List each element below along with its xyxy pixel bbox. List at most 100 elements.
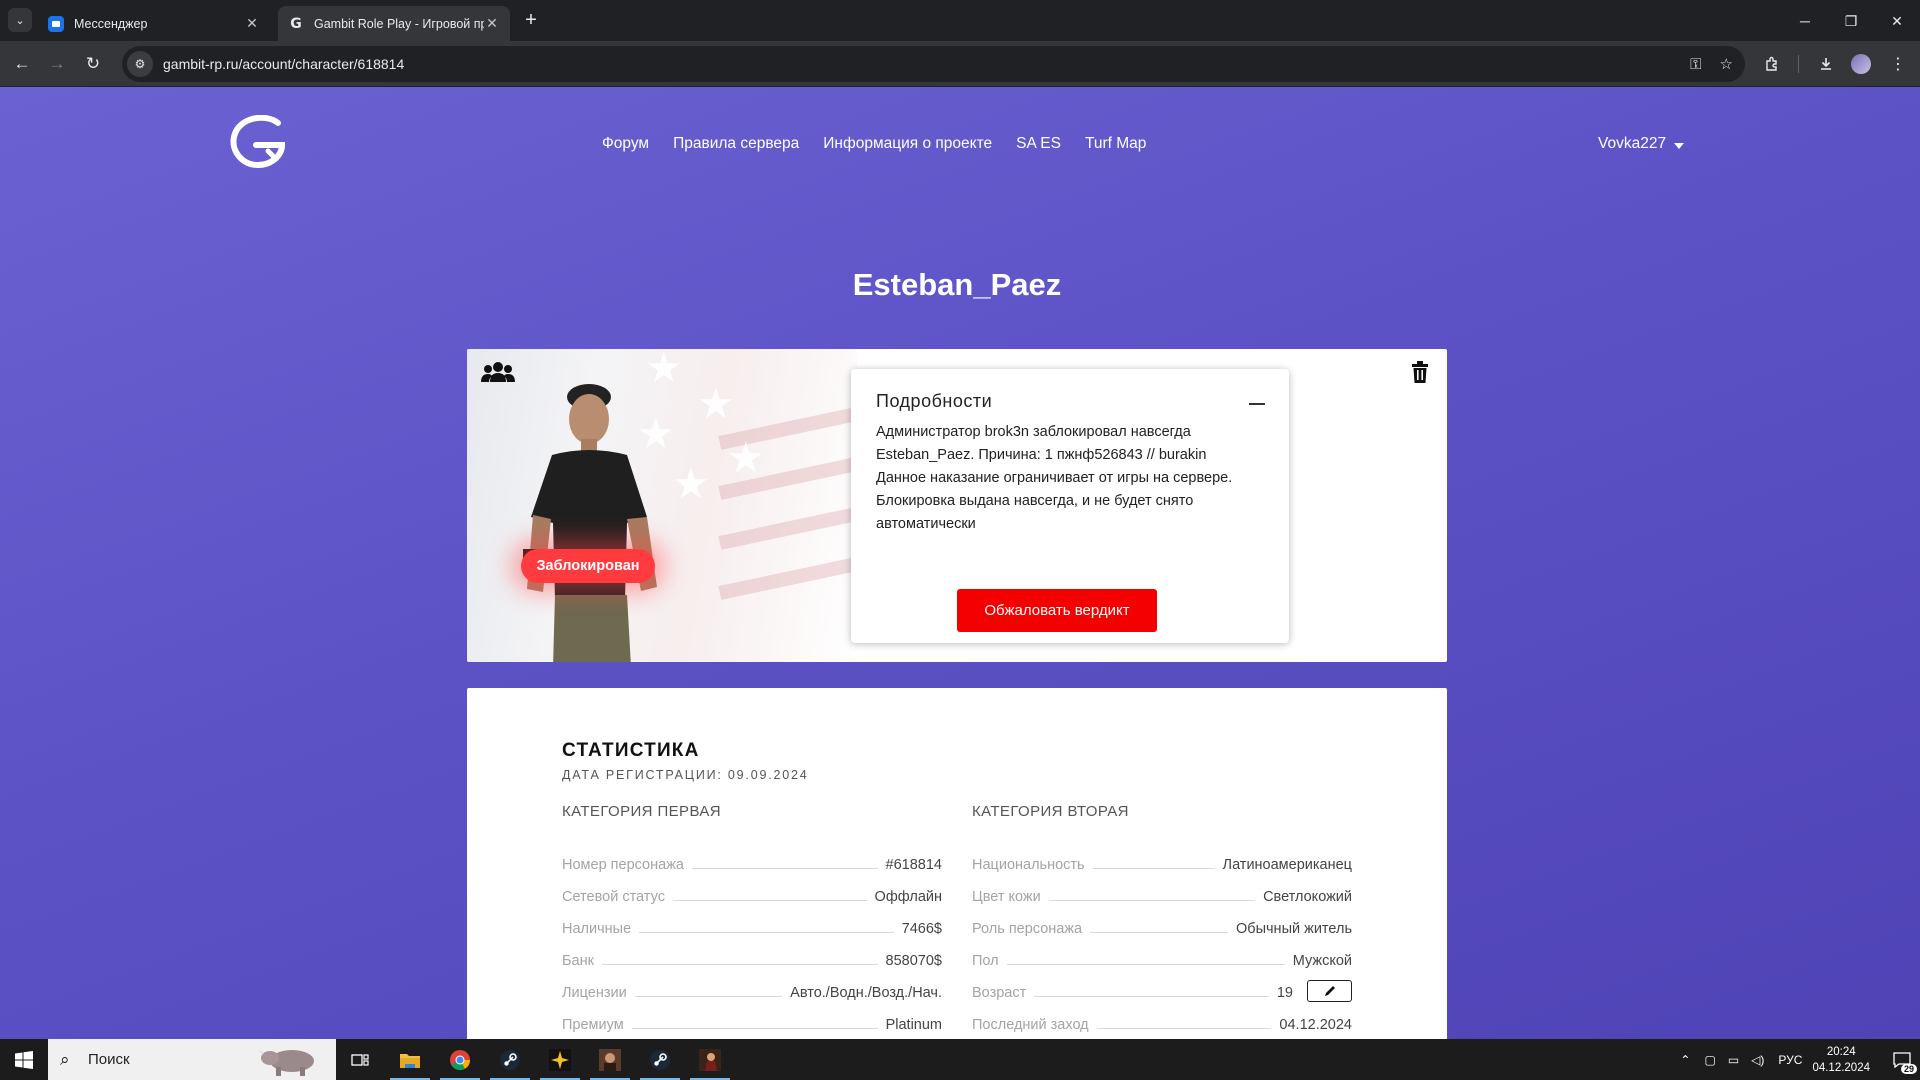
stat-row: Последний заход 04.12.2024	[972, 1001, 1352, 1033]
username[interactable]: Vovka227	[1598, 135, 1666, 153]
nav-server-rules[interactable]: Правила сервера	[673, 135, 799, 153]
stat-value: #618814	[885, 857, 942, 873]
character-skin-image	[523, 384, 657, 662]
user-menu[interactable]: Vovka227	[1598, 135, 1685, 153]
stat-value: Латиноамериканец	[1222, 857, 1352, 873]
extensions-icon[interactable]	[1758, 50, 1786, 78]
edit-age-button[interactable]	[1307, 980, 1352, 1002]
steam-icon[interactable]	[486, 1039, 534, 1080]
windows-start-button[interactable]	[0, 1039, 48, 1080]
stat-label: Пол	[972, 953, 999, 969]
game-app-icon[interactable]	[686, 1039, 734, 1080]
window-close-button[interactable]: ✕	[1874, 6, 1920, 36]
language-indicator[interactable]: РУС	[1778, 1053, 1802, 1067]
chevron-up-icon[interactable]: ⌃	[1680, 1053, 1690, 1067]
profile-avatar[interactable]	[1847, 50, 1875, 78]
nav-turf-map[interactable]: Turf Map	[1085, 135, 1146, 153]
details-title: Подробности	[876, 391, 993, 411]
page-viewport: Форум Правила сервера Информация о проек…	[0, 87, 1920, 1039]
ban-info-text: Администратор brok3n заблокировал навсег…	[876, 424, 1207, 463]
windows-taskbar: ⌕ Поиск ⌃ ▢ ▭ ◁) РУС 20:24 04.12.2024 29	[0, 1039, 1920, 1080]
stat-label: Возраст	[972, 985, 1027, 1001]
stat-row: Национальность Латиноамериканец	[972, 841, 1352, 873]
stats-title: СТАТИСТИКА	[562, 740, 700, 761]
nav-sa-es[interactable]: SA ES	[1016, 135, 1061, 153]
rhino-illustration-icon	[258, 1049, 314, 1076]
toolbar-divider	[1798, 55, 1799, 73]
gambit-logo[interactable]	[228, 115, 288, 169]
search-icon: ⌕	[60, 1049, 70, 1069]
stat-value: 7466$	[901, 921, 942, 937]
clock-date: 04.12.2024	[1812, 1061, 1870, 1074]
group-icon[interactable]	[481, 361, 515, 383]
stat-label: Цвет кожи	[972, 889, 1041, 905]
stat-row: Номер персонажа #618814	[562, 841, 942, 873]
stat-row: Пол Мужской	[972, 937, 1352, 969]
restore-button[interactable]: ❐	[1828, 6, 1874, 36]
search-text[interactable]: Поиск	[88, 1051, 130, 1068]
clock-time: 20:24	[1826, 1045, 1856, 1058]
game-app-icon[interactable]	[586, 1039, 634, 1080]
stat-value: Авто./Водн./Возд./Нач.	[790, 985, 942, 1001]
address-bar[interactable]: ⚙ gambit-rp.ru/account/character/618814 …	[122, 46, 1745, 82]
volume-icon[interactable]: ◁)	[1751, 1053, 1764, 1067]
clock[interactable]: 20:24 04.12.2024	[1812, 1044, 1870, 1076]
stat-label: Лицензии	[562, 985, 627, 1001]
meet-now-icon[interactable]: ▢	[1704, 1053, 1715, 1067]
collapse-icon[interactable]	[1249, 403, 1265, 405]
category-heading: КАТЕГОРИЯ ВТОРАЯ	[972, 803, 1129, 820]
messenger-icon	[48, 15, 64, 32]
chevron-down-icon[interactable]	[1674, 143, 1685, 149]
category-heading: КАТЕГОРИЯ ПЕРВАЯ	[562, 803, 722, 820]
stat-label: Роль персонажа	[972, 921, 1083, 937]
close-icon[interactable]: ✕	[244, 15, 260, 32]
nav-forum[interactable]: Форум	[602, 135, 649, 153]
stat-label: Банк	[562, 953, 594, 969]
stat-row: Премиум Platinum	[562, 1001, 942, 1033]
tab-title: Gambit Role Play - Игровой пр	[314, 16, 484, 31]
stat-value: Оффлайн	[874, 889, 942, 905]
category-second: КАТЕГОРИЯ ВТОРАЯ Национальность Латиноаме…	[972, 803, 1352, 1033]
network-icon[interactable]: ▭	[1728, 1053, 1739, 1067]
chrome-icon[interactable]	[436, 1039, 484, 1080]
notifications-icon[interactable]: 29	[1884, 1039, 1920, 1080]
statistics-card: СТАТИСТИКА ДАТА РЕГИСТРАЦИИ: 09.09.2024 …	[467, 688, 1447, 1039]
system-tray: ⌃ ▢ ▭ ◁) РУС 20:24 04.12.2024 29	[1680, 1039, 1920, 1080]
new-tab-button[interactable]: +	[520, 9, 542, 31]
browser-tab-strip: ⌄ Мессенджер ✕ G Gambit Role Play - Игро…	[0, 0, 1920, 41]
stat-label: Наличные	[562, 921, 632, 937]
forward-button[interactable]: →	[43, 50, 71, 78]
stat-row: Возраст 19	[972, 969, 1352, 1002]
nav-project-info[interactable]: Информация о проекте	[823, 135, 992, 153]
task-view-icon[interactable]	[336, 1039, 384, 1080]
stat-label: Последний заход	[972, 1017, 1089, 1033]
site-info-icon[interactable]: ⚙	[127, 51, 153, 77]
tab-search-button[interactable]: ⌄	[8, 8, 32, 32]
pencil-icon	[1324, 986, 1335, 996]
reload-button[interactable]: ↻	[79, 50, 107, 78]
password-key-icon[interactable]: ⚿	[1690, 56, 1701, 73]
menu-icon[interactable]: ⋮	[1884, 50, 1912, 78]
stat-row: Банк 858070$	[562, 937, 942, 969]
tab-messenger[interactable]: Мессенджер ✕	[38, 6, 270, 41]
details-panel: Подробности Администратор brok3n заблоки…	[851, 369, 1289, 643]
trash-icon[interactable]	[1411, 361, 1429, 383]
minimize-button[interactable]: ─	[1782, 6, 1828, 36]
stat-value: Мужской	[1292, 953, 1352, 969]
registration-date: ДАТА РЕГИСТРАЦИИ: 09.09.2024	[562, 768, 809, 782]
tab-gambit[interactable]: G Gambit Role Play - Игровой пр ✕	[278, 6, 510, 41]
gambit-favicon: G	[290, 15, 302, 32]
stat-row: Сетевой статус Оффлайн	[562, 873, 942, 905]
stat-value: 19	[1276, 985, 1293, 1001]
back-button[interactable]: ←	[8, 50, 36, 78]
game-launcher-icon[interactable]	[536, 1039, 584, 1080]
bookmark-star-icon[interactable]: ☆	[1720, 55, 1733, 73]
downloads-icon[interactable]	[1812, 50, 1840, 78]
file-explorer-icon[interactable]	[386, 1039, 434, 1080]
url-text[interactable]: gambit-rp.ru/account/character/618814	[163, 56, 404, 72]
close-icon[interactable]: ✕	[484, 15, 500, 32]
appeal-button[interactable]: Обжаловать вердикт	[957, 589, 1157, 632]
taskbar-search[interactable]: ⌕ Поиск	[48, 1039, 336, 1080]
steam-icon[interactable]	[636, 1039, 684, 1080]
category-first: КАТЕГОРИЯ ПЕРВАЯ Номер персонажа #618814 …	[562, 803, 942, 1033]
